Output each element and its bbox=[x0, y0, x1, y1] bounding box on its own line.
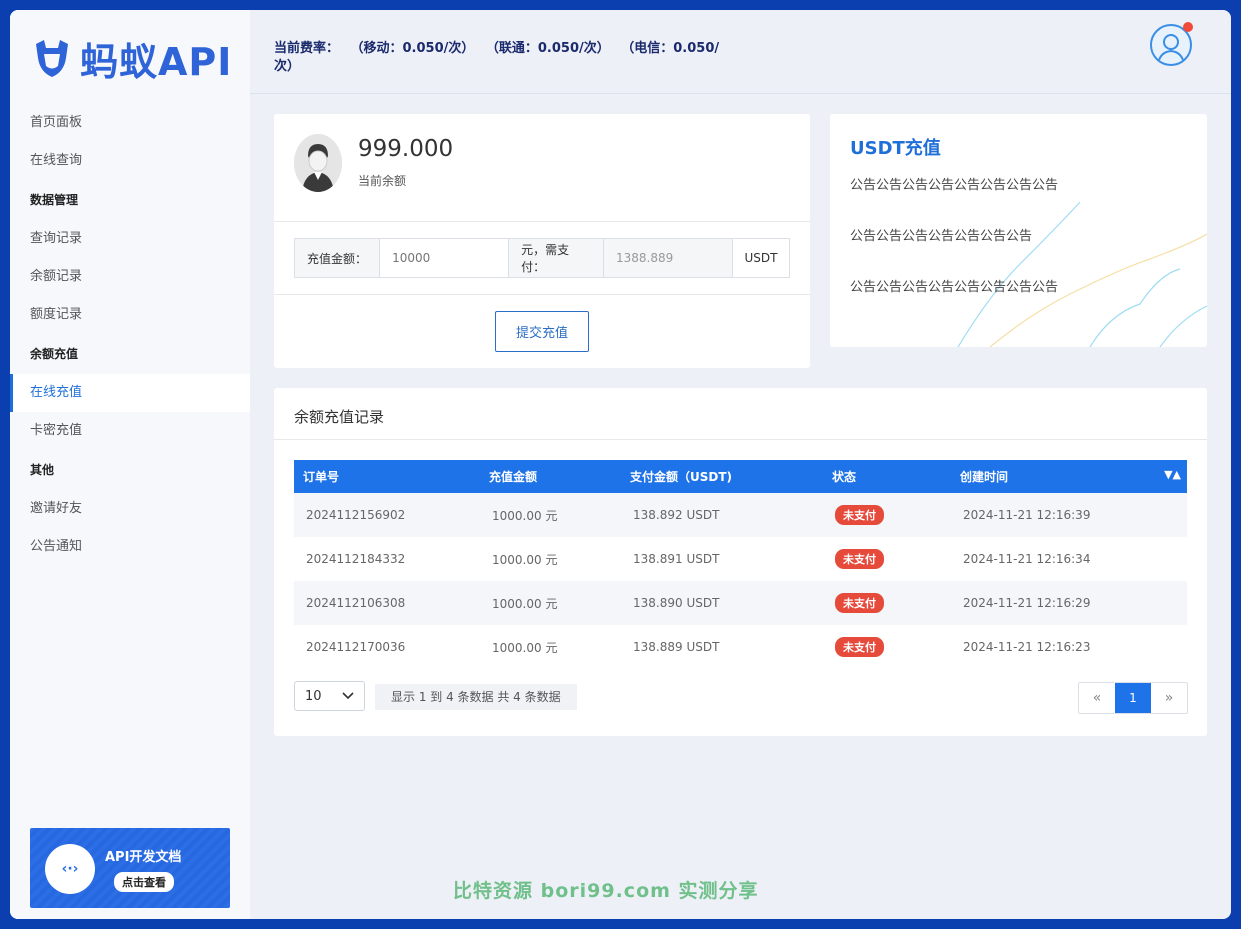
sidebar-group-label: 数据管理 bbox=[30, 193, 79, 207]
records-table: 订单号 充值金额 支付金额（USDT) 状态 创建时间 ▼▲ 2024112156… bbox=[294, 460, 1187, 669]
chevron-down-icon bbox=[342, 692, 354, 700]
prev-page-button[interactable]: « bbox=[1079, 683, 1115, 713]
sidebar-nav: 首页面板 在线查询数据管理查询记录 余额记录 额度记录余额充值在线充值 卡密充值其他邀请… bbox=[10, 104, 250, 566]
page-size-select[interactable]: 10 bbox=[294, 681, 365, 711]
created-time-cell: 2024-11-21 12:16:39 bbox=[963, 508, 1091, 522]
records-title: 余额充值记录 bbox=[294, 408, 385, 426]
balance-card: 999.000 当前余额 充值金额： 元，需支付： USDT 提交充值 bbox=[274, 114, 810, 368]
api-docs-card[interactable]: ‹·› API开发文档 点击查看 bbox=[30, 828, 230, 908]
created-time-cell: 2024-11-21 12:16:34 bbox=[963, 552, 1091, 566]
page-size-value: 10 bbox=[305, 688, 322, 704]
sidebar-item[interactable]: 卡密充值 bbox=[10, 412, 250, 450]
brand-name: 蚂蚁API bbox=[80, 39, 233, 84]
status-badge: 未支付 bbox=[835, 593, 884, 613]
sidebar-item[interactable]: 额度记录 bbox=[10, 296, 250, 334]
col-created-label: 创建时间 bbox=[960, 470, 1009, 484]
next-page-button[interactable]: » bbox=[1151, 683, 1187, 713]
wave-decoration bbox=[957, 201, 1207, 347]
table-row: 2024112156902 1000.00 元 138.892 USDT 未支付 202… bbox=[294, 493, 1187, 537]
status-badge: 未支付 bbox=[835, 505, 884, 525]
rate-unicom: （联通：0.050/次） bbox=[492, 41, 610, 56]
api-docs-title: API开发文档 bbox=[105, 850, 182, 865]
sidebar-item[interactable]: 邀请好友 bbox=[10, 490, 250, 528]
sidebar-item[interactable]: 在线充值 bbox=[10, 374, 250, 412]
order-number-cell: 2024112106308 bbox=[306, 596, 406, 610]
recharge-amount-cell: 1000.00 元 bbox=[492, 508, 558, 523]
top-header: 当前费率： （移动：0.050/次） （联通：0.050/次） （电信：0.050/次… bbox=[250, 10, 1231, 94]
amount-input[interactable] bbox=[380, 239, 509, 277]
amount-label: 充值金额： bbox=[295, 239, 381, 277]
rate-label: 当前费率： bbox=[274, 41, 340, 56]
rate-info: 当前费率： （移动：0.050/次） （联通：0.050/次） （电信：0.050/次… bbox=[274, 40, 734, 76]
view-docs-button[interactable]: 点击查看 bbox=[114, 872, 174, 892]
rate-mobile: （移动：0.050/次） bbox=[357, 41, 475, 56]
pagination: « 1 » bbox=[1078, 682, 1188, 714]
col-amount[interactable]: 充值金额 bbox=[480, 460, 621, 493]
created-time-cell: 2024-11-21 12:16:23 bbox=[963, 640, 1091, 654]
recharge-form: 充值金额： 元，需支付： USDT bbox=[294, 238, 790, 278]
notice-card: USDT充值 公告公告公告公告公告公告公告公告 公告公告公告公告公告公告公告 公… bbox=[830, 114, 1207, 347]
order-number-cell: 2024112170036 bbox=[306, 640, 406, 654]
app-window: 蚂蚁API 首页面板 在线查询数据管理查询记录 余额记录 额度记录余额充值在线充值 卡密… bbox=[10, 10, 1231, 919]
sidebar-item[interactable]: 公告通知 bbox=[10, 528, 250, 566]
submit-recharge-button[interactable]: 提交充值 bbox=[495, 311, 589, 352]
table-row: 2024112106308 1000.00 元 138.890 USDT 未支付 202… bbox=[294, 581, 1187, 625]
col-usdt[interactable]: 支付金额（USDT) bbox=[621, 460, 823, 493]
divider bbox=[274, 439, 1207, 440]
ant-logo-icon bbox=[36, 40, 68, 77]
pagination-info: 显示 1 到 4 条数据 共 4 条数据 bbox=[375, 684, 577, 710]
sidebar-group-label: 其他 bbox=[30, 463, 55, 477]
recharge-amount-cell: 1000.00 元 bbox=[492, 552, 558, 567]
notice-line: 公告公告公告公告公告公告公告公告 bbox=[850, 280, 1059, 295]
notice-line: 公告公告公告公告公告公告公告公告 bbox=[850, 178, 1059, 193]
pay-amount-field bbox=[604, 239, 732, 277]
page-1-button[interactable]: 1 bbox=[1115, 683, 1151, 713]
sidebar-item[interactable]: 余额记录 bbox=[10, 258, 250, 296]
status-badge: 未支付 bbox=[835, 549, 884, 569]
created-time-cell: 2024-11-21 12:16:29 bbox=[963, 596, 1091, 610]
col-created[interactable]: 创建时间 ▼▲ bbox=[951, 460, 1187, 493]
status-badge-cell: 未支付 bbox=[823, 625, 951, 669]
divider bbox=[274, 294, 810, 295]
recharge-amount-cell: 1000.00 元 bbox=[492, 640, 558, 655]
status-badge: 未支付 bbox=[835, 637, 884, 657]
sort-icon[interactable]: ▼▲ bbox=[1164, 468, 1181, 481]
status-badge-cell: 未支付 bbox=[823, 581, 951, 625]
recharge-records-card: 余额充值记录 订单号 充值金额 支付金额（USDT) 状态 创建时间 ▼▲ 202… bbox=[274, 388, 1207, 736]
usdt-amount-cell: 138.889 USDT bbox=[633, 640, 720, 654]
sidebar-item[interactable]: 在线查询 bbox=[10, 142, 250, 180]
pay-label: 元，需支付： bbox=[508, 239, 604, 277]
balance-label: 当前余额 bbox=[358, 174, 407, 188]
table-row: 2024112184332 1000.00 元 138.891 USDT 未支付 202… bbox=[294, 537, 1187, 581]
usdt-amount-cell: 138.890 USDT bbox=[633, 596, 720, 610]
order-number-cell: 2024112184332 bbox=[306, 552, 406, 566]
status-badge-cell: 未支付 bbox=[823, 493, 951, 537]
table-row: 2024112170036 1000.00 元 138.889 USDT 未支付 202… bbox=[294, 625, 1187, 669]
recharge-amount-cell: 1000.00 元 bbox=[492, 596, 558, 611]
divider bbox=[274, 221, 810, 222]
order-number-cell: 2024112156902 bbox=[306, 508, 406, 522]
brand-logo[interactable]: 蚂蚁API bbox=[30, 34, 232, 84]
notice-line: 公告公告公告公告公告公告公告 bbox=[850, 229, 1033, 244]
usdt-amount-cell: 138.892 USDT bbox=[633, 508, 720, 522]
balance-avatar bbox=[294, 134, 342, 192]
sidebar-group-label: 余额充值 bbox=[30, 347, 79, 361]
balance-value: 999.000 bbox=[358, 136, 454, 162]
notification-dot bbox=[1183, 22, 1193, 32]
notice-title: USDT充值 bbox=[850, 138, 941, 159]
sidebar-item[interactable]: 查询记录 bbox=[10, 220, 250, 258]
sidebar-item[interactable]: 首页面板 bbox=[10, 104, 250, 142]
watermark: 比特资源 bori99.com 实测分享 bbox=[453, 880, 759, 902]
user-icon bbox=[1157, 34, 1185, 64]
code-arrows-icon: ‹·› bbox=[45, 844, 95, 894]
table-header-row: 订单号 充值金额 支付金额（USDT) 状态 创建时间 ▼▲ bbox=[294, 460, 1187, 493]
status-badge-cell: 未支付 bbox=[823, 537, 951, 581]
usdt-amount-cell: 138.891 USDT bbox=[633, 552, 720, 566]
sidebar: 蚂蚁API 首页面板 在线查询数据管理查询记录 余额记录 额度记录余额充值在线充值 卡密… bbox=[10, 10, 250, 919]
col-order[interactable]: 订单号 bbox=[294, 460, 480, 493]
unit-label: USDT bbox=[732, 239, 789, 277]
col-status[interactable]: 状态 bbox=[823, 460, 951, 493]
